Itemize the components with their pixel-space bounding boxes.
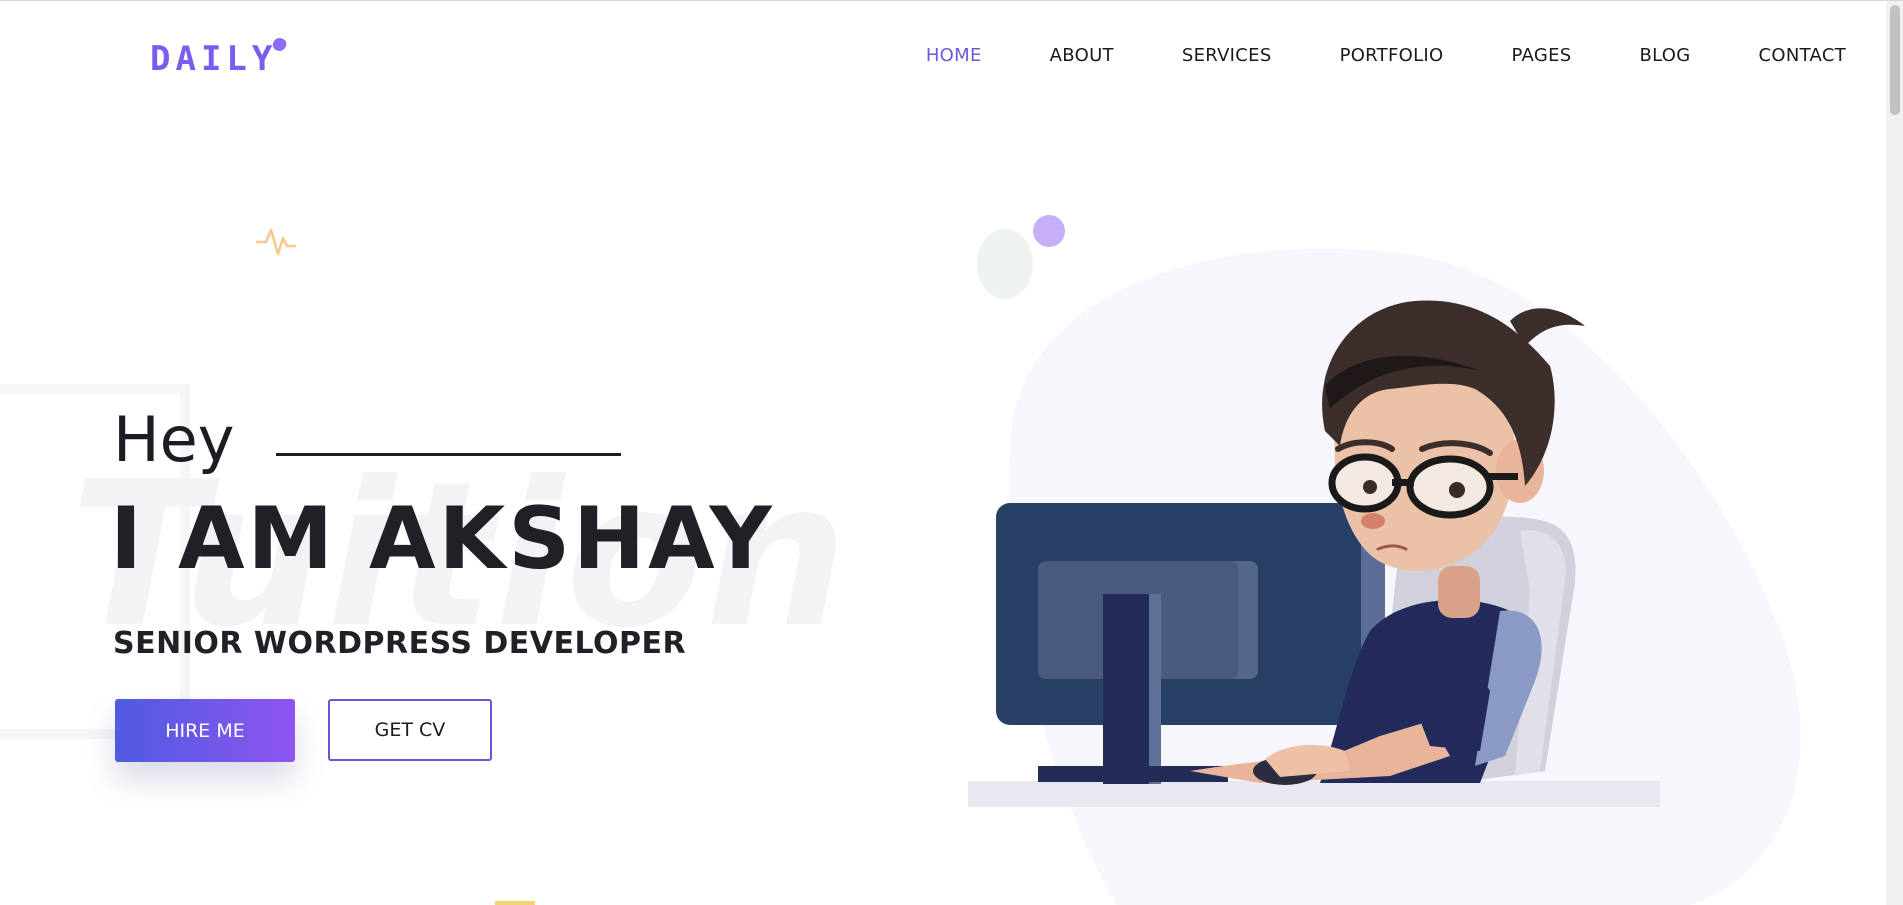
page: DAILY HOME ABOUT SERVICES PORTFOLIO PAGE… xyxy=(0,0,1903,905)
developer-illustration xyxy=(968,215,1801,905)
nav-services[interactable]: SERVICES xyxy=(1182,45,1272,66)
nav-portfolio[interactable]: PORTFOLIO xyxy=(1340,45,1444,66)
grey-circle xyxy=(977,229,1033,299)
hero-name: I AM AKSHAY xyxy=(110,489,775,589)
site-logo[interactable]: DAILY xyxy=(150,39,277,79)
hire-me-button[interactable]: HIRE ME xyxy=(115,699,295,762)
scrollbar-thumb[interactable] xyxy=(1890,5,1900,115)
scrollbar-track[interactable] xyxy=(1886,1,1903,905)
desk xyxy=(968,781,1660,807)
greeting-text: Hey xyxy=(113,403,235,476)
nav-contact[interactable]: CONTACT xyxy=(1759,45,1846,66)
neck xyxy=(1438,566,1480,618)
monitor-stand xyxy=(1103,594,1149,784)
bottom-accent-bar xyxy=(495,901,535,905)
monitor-base xyxy=(1038,766,1228,782)
purple-circle xyxy=(1033,215,1065,247)
pulse-icon xyxy=(255,228,297,256)
monitor-stand-shade xyxy=(1149,594,1161,784)
hero-role: SENIOR WORDPRESS DEVELOPER xyxy=(113,626,687,661)
nav-blog[interactable]: BLOG xyxy=(1639,45,1690,66)
main-nav: HOME ABOUT SERVICES PORTFOLIO PAGES BLOG… xyxy=(858,45,1846,66)
eye-left xyxy=(1363,480,1377,494)
eye-right xyxy=(1449,482,1465,498)
nav-pages[interactable]: PAGES xyxy=(1512,45,1572,66)
glasses-bridge xyxy=(1392,479,1414,486)
greeting-underline xyxy=(276,452,622,456)
greeting-row: Hey xyxy=(113,403,622,476)
nose xyxy=(1361,513,1385,529)
nav-about[interactable]: ABOUT xyxy=(1050,45,1114,66)
glasses-arm xyxy=(1488,473,1518,480)
get-cv-button[interactable]: GET CV xyxy=(328,699,492,761)
nav-home[interactable]: HOME xyxy=(926,45,982,66)
